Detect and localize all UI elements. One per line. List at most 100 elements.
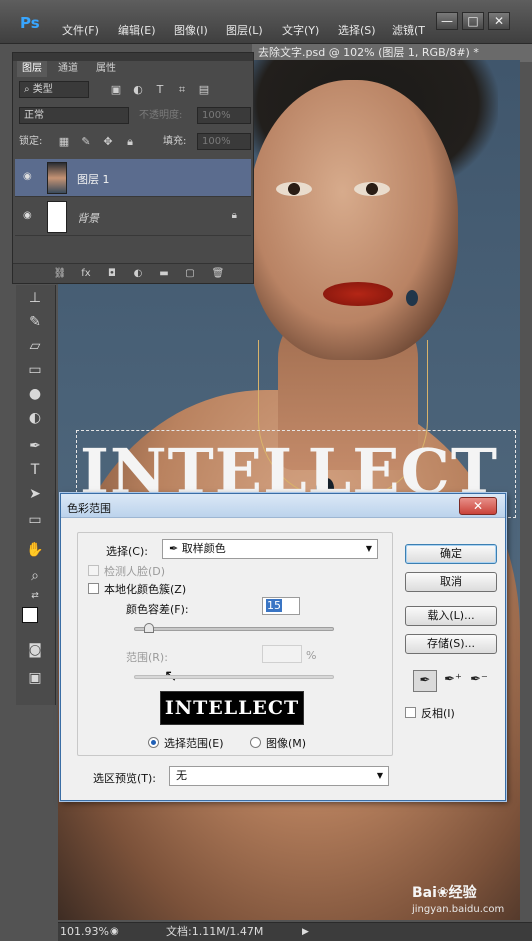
select-dropdown[interactable]: ✒ 取样颜色 ▼ <box>162 539 378 559</box>
menu-layer[interactable]: 图层(L) <box>226 22 263 38</box>
filter-kind-select[interactable]: ⌕ 类型 <box>19 81 89 98</box>
selection-preview-select[interactable]: 无 ▼ <box>169 766 389 786</box>
photo-face <box>248 80 458 360</box>
filter-type-icon[interactable]: T <box>153 83 167 97</box>
swap-colors-icon[interactable]: ⇄ <box>24 587 46 605</box>
pen-tool-icon[interactable]: ✒ <box>24 437 46 455</box>
lock-transparency-icon[interactable]: ▦ <box>57 135 71 149</box>
menu-image[interactable]: 图像(I) <box>174 22 208 38</box>
shape-tool-icon[interactable]: ▭ <box>24 511 46 529</box>
opacity-input[interactable]: 100% <box>197 107 251 124</box>
visibility-eye-icon[interactable]: ◉ <box>23 171 37 183</box>
minimize-button[interactable]: — <box>436 12 458 30</box>
eyedropper-small-icon: ✒ <box>169 542 182 555</box>
hand-tool-icon[interactable]: ✋ <box>24 541 46 559</box>
menu-edit[interactable]: 编辑(E) <box>118 22 156 38</box>
layer-name: 图层 1 <box>77 173 110 186</box>
screen-mode-icon[interactable]: ▣ <box>24 669 46 687</box>
lock-position-icon[interactable]: ✥ <box>101 135 115 149</box>
color-range-dialog: 色彩范围 ✕ 选择(C): ✒ 取样颜色 ▼ 检测人脸(D) 本地化颜色簇(Z)… <box>60 493 506 801</box>
zoom-level[interactable]: 101.93% <box>60 923 109 941</box>
baidu-watermark: Bai❀经验 <box>412 885 477 901</box>
filter-adjustment-icon[interactable]: ◐ <box>131 83 145 97</box>
status-arrow-icon[interactable]: ▶ <box>302 923 309 941</box>
invert-label: 反相(I) <box>421 707 455 720</box>
menu-filter[interactable]: 滤镜(T <box>392 22 425 38</box>
close-window-button[interactable]: ✕ <box>488 12 510 30</box>
filter-pixel-icon[interactable]: ▣ <box>109 83 123 97</box>
layer-row-layer1[interactable]: ◉ 图层 1 <box>15 159 251 197</box>
tab-layers[interactable]: 图层 <box>17 61 47 77</box>
quick-mask-icon[interactable]: ◙ <box>24 641 46 659</box>
blend-mode-select[interactable]: 正常 <box>19 107 129 124</box>
invert-checkbox[interactable] <box>405 707 416 718</box>
fuzziness-slider-handle[interactable] <box>144 623 154 633</box>
chevron-down-icon: ▼ <box>365 544 372 553</box>
stamp-tool-icon[interactable]: ⊥ <box>24 289 46 307</box>
menu-type[interactable]: 文字(Y) <box>282 22 319 38</box>
adjustment-icon[interactable]: ◐ <box>131 267 145 281</box>
radio-selection[interactable] <box>148 737 159 748</box>
menu-bar: Ps 文件(F) 编辑(E) 图像(I) 图层(L) 文字(Y) 选择(S) 滤… <box>0 0 532 44</box>
eyedropper-minus-icon[interactable]: ✒⁻ <box>467 670 491 692</box>
photo-lips <box>323 282 393 306</box>
save-button[interactable]: 存储(S)... <box>405 634 497 654</box>
fill-input[interactable]: 100% <box>197 133 251 150</box>
layer-filter-row: ⌕ 类型 ▣ ◐ T ⌗ ▤ <box>17 81 251 101</box>
filter-smart-object-icon[interactable]: ▤ <box>197 83 211 97</box>
gradient-tool-icon[interactable]: ▭ <box>24 361 46 379</box>
zoom-tool-icon[interactable]: ⌕ <box>24 567 46 585</box>
panel-collapse-bar[interactable] <box>13 53 253 61</box>
visibility-eye-icon[interactable]: ◉ <box>23 210 37 222</box>
ok-button[interactable]: 确定 <box>405 544 497 564</box>
baidu-watermark-url: jingyan.baidu.com <box>412 904 505 915</box>
fuzziness-slider[interactable] <box>134 627 334 631</box>
layer-thumbnail <box>47 162 67 194</box>
tab-channels[interactable]: 通道 <box>53 61 83 77</box>
menu-select[interactable]: 选择(S) <box>338 22 376 38</box>
fill-label: 填充: <box>163 136 187 147</box>
lock-all-icon[interactable]: 🔒︎ <box>123 135 137 149</box>
selection-preview-label: 选区预览(T): <box>93 772 157 785</box>
eyedropper-icon[interactable]: ✒ <box>413 670 437 692</box>
options-group: 选择(C): ✒ 取样颜色 ▼ 检测人脸(D) 本地化颜色簇(Z) 颜色容差(F… <box>77 532 393 756</box>
folder-icon[interactable]: ▬ <box>157 267 171 281</box>
history-brush-icon[interactable]: ✎ <box>24 313 46 331</box>
eraser-tool-icon[interactable]: ▱ <box>24 337 46 355</box>
cancel-button[interactable]: 取消 <box>405 572 497 592</box>
status-menu-icon[interactable]: ◉ <box>110 923 119 941</box>
load-button[interactable]: 载入(L)... <box>405 606 497 626</box>
layer-thumbnail <box>47 201 67 233</box>
restore-button[interactable]: □ <box>462 12 484 30</box>
foreground-color-swatch[interactable] <box>22 607 38 623</box>
chevron-down-icon: ▼ <box>376 771 383 780</box>
fx-icon[interactable]: fx <box>79 267 93 281</box>
radio-image[interactable] <box>250 737 261 748</box>
blend-row: 正常 不透明度: 100% <box>17 107 251 127</box>
filter-shape-icon[interactable]: ⌗ <box>175 83 189 97</box>
path-select-icon[interactable]: ➤ <box>24 485 46 503</box>
dodge-tool-icon[interactable]: ◐ <box>24 409 46 427</box>
fuzziness-input[interactable]: 15 <box>262 597 300 615</box>
eyedropper-plus-icon[interactable]: ✒⁺ <box>441 670 465 692</box>
radio-image-label: 图像(M) <box>266 737 307 750</box>
mask-icon[interactable]: ◘ <box>105 267 119 281</box>
layer-row-background[interactable]: ◉ 背景 🔒︎ <box>15 198 251 236</box>
blur-tool-icon[interactable]: ● <box>24 385 46 403</box>
link-icon[interactable]: ⛓ <box>53 267 67 281</box>
dialog-title-bar[interactable]: 色彩范围 ✕ <box>61 494 505 518</box>
type-tool-icon[interactable]: T <box>24 461 46 479</box>
localized-clusters-checkbox[interactable] <box>88 583 99 594</box>
trash-icon[interactable]: 🗑︎ <box>211 267 225 281</box>
new-layer-icon[interactable]: ▢ <box>183 267 197 281</box>
tab-properties[interactable]: 属性 <box>91 61 121 77</box>
lock-pixels-icon[interactable]: ✎ <box>79 135 93 149</box>
range-input[interactable] <box>262 645 302 663</box>
menu-file[interactable]: 文件(F) <box>62 22 99 38</box>
range-slider[interactable] <box>134 675 334 679</box>
dialog-close-button[interactable]: ✕ <box>459 497 497 515</box>
dialog-title: 色彩范围 <box>67 502 111 515</box>
localized-clusters-label: 本地化颜色簇(Z) <box>104 583 187 596</box>
detect-faces-checkbox[interactable] <box>88 565 99 576</box>
photo-eye-right <box>354 182 390 196</box>
